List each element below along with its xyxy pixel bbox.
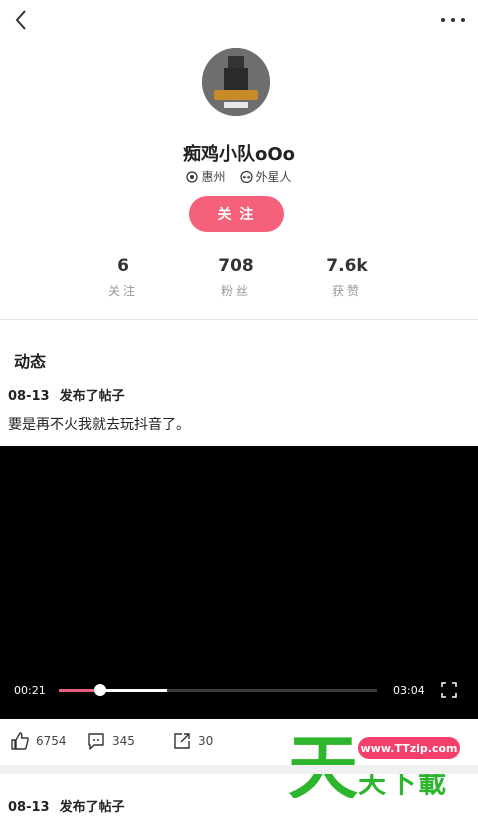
video-duration: 03:04 [393, 684, 425, 697]
tag-text: 外星人 [255, 170, 292, 184]
stat-following[interactable]: 6 关注 [73, 256, 173, 299]
post-text[interactable]: 要是再不火我就去玩抖音了。 [8, 414, 190, 434]
back-button[interactable] [10, 8, 34, 32]
post-header: 08-13 发布了帖子 [8, 796, 125, 815]
comment-button[interactable]: 345 [86, 731, 135, 751]
location-tag: 惠州 [186, 168, 226, 185]
profile-tag: 外星人 [239, 168, 292, 185]
post-header: 08-13 发布了帖子 [8, 385, 125, 404]
chevron-left-icon [15, 10, 26, 30]
stat-label: 获赞 [331, 284, 362, 298]
watermark-url: www.TTzip.com [358, 737, 460, 759]
fullscreen-button[interactable] [441, 682, 457, 698]
avatar[interactable] [202, 48, 270, 116]
fullscreen-icon [441, 682, 457, 698]
stat-label: 粉丝 [220, 284, 251, 298]
video-player[interactable] [0, 446, 478, 719]
like-count: 6754 [36, 734, 67, 748]
post-date: 08-13 [8, 800, 50, 815]
avatar-image [202, 48, 270, 116]
thumbs-up-icon [11, 732, 29, 750]
like-button[interactable]: 6754 [10, 731, 67, 751]
alien-icon [239, 170, 253, 183]
post-action: 发布了帖子 [59, 800, 125, 815]
profile-name: 痴鸡小队oOo [182, 144, 296, 165]
comment-count: 345 [112, 734, 135, 748]
section-title: 动态 [14, 352, 47, 371]
location-pin-icon [186, 170, 199, 183]
section-separator [0, 765, 478, 774]
post-action: 发布了帖子 [59, 389, 125, 404]
profile-meta: 惠州 外星人 [0, 168, 478, 185]
share-button[interactable]: 30 [172, 731, 213, 751]
comment-icon [88, 733, 104, 750]
follow-button[interactable]: 关 注 [189, 196, 284, 232]
video-current-time: 00:21 [14, 684, 46, 697]
share-count: 30 [198, 734, 214, 748]
stat-label: 关注 [107, 284, 138, 298]
share-icon [174, 733, 190, 749]
stat-followers[interactable]: 708 粉丝 [186, 256, 286, 299]
location-text: 惠州 [201, 170, 226, 184]
post-date: 08-13 [8, 389, 50, 404]
more-dots-icon [441, 18, 465, 22]
stat-value: 6 [117, 256, 129, 276]
stat-value: 708 [218, 256, 254, 276]
stat-value: 7.6k [326, 256, 368, 276]
more-button[interactable] [438, 10, 468, 30]
watermark-brand-big: 天 [288, 727, 358, 798]
stat-likes[interactable]: 7.6k 获赞 [297, 256, 397, 299]
divider [0, 319, 478, 320]
